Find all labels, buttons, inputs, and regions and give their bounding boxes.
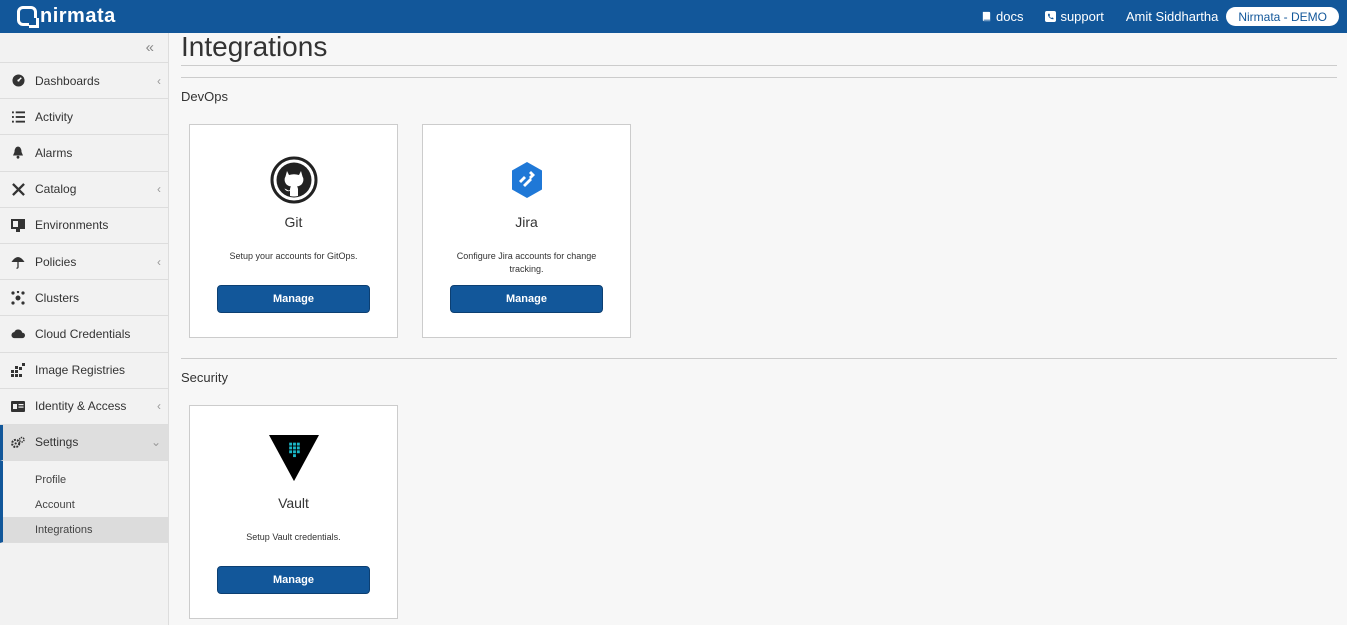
- docs-label: docs: [995, 9, 1024, 24]
- sidebar-item-settings[interactable]: Settings ⌄: [0, 424, 168, 462]
- book-icon: [982, 11, 991, 22]
- section-label-devops: DevOps: [181, 89, 228, 104]
- sidebar-item-catalog[interactable]: Catalog ‹: [0, 172, 168, 208]
- sidebar-subitem-account[interactable]: Account: [3, 492, 168, 517]
- jira-icon: [502, 155, 552, 205]
- section-label-security: Security: [181, 370, 228, 385]
- card-description: Setup your accounts for GitOps.: [229, 251, 358, 261]
- id-card-icon: [11, 399, 25, 413]
- tools-icon: [11, 182, 25, 196]
- sidebar-item-label: Cloud Credentials: [35, 326, 131, 341]
- list-icon: [11, 110, 25, 124]
- card-name: Jira: [515, 214, 538, 230]
- page-title: Integrations: [181, 31, 328, 62]
- integration-card-vault: Vault Setup Vault credentials. Manage: [189, 405, 398, 619]
- sidebar-item-label: Activity: [35, 109, 74, 124]
- docs-link[interactable]: docs: [981, 9, 1023, 24]
- org-selector[interactable]: Nirmata - DEMO: [1226, 7, 1339, 26]
- dashboard-icon: [11, 74, 25, 88]
- chevron-left-icon: ‹: [157, 399, 161, 414]
- github-icon: [269, 155, 319, 205]
- cloud-icon: [11, 327, 25, 341]
- double-chevron-left-icon: «: [145, 39, 154, 56]
- devops-cards: Git Setup your accounts for GitOps. Mana…: [189, 124, 1337, 338]
- sidebar-item-environments[interactable]: Environments: [0, 208, 168, 244]
- sidebar-item-image-registries[interactable]: Image Registries: [0, 353, 168, 389]
- bell-icon: [11, 146, 25, 160]
- sidebar-item-label: Clusters: [35, 290, 80, 305]
- user-name[interactable]: Amit Siddhartha: [1126, 9, 1219, 24]
- sidebar-subitem-integrations[interactable]: Integrations: [3, 517, 168, 543]
- sidebar-item-cloud-credentials[interactable]: Cloud Credentials: [0, 316, 168, 353]
- chevron-left-icon: ‹: [157, 182, 161, 197]
- sidebar-item-identity-access[interactable]: Identity & Access ‹: [0, 389, 168, 425]
- security-cards: Vault Setup Vault credentials. Manage: [189, 405, 1337, 619]
- section-divider: [181, 358, 1337, 359]
- vault-icon: [268, 434, 319, 484]
- support-label: support: [1060, 9, 1104, 24]
- manage-vault-button[interactable]: Manage: [217, 566, 370, 594]
- sidebar-item-label: Alarms: [35, 145, 73, 160]
- sidebar-item-label: Dashboards: [35, 73, 100, 88]
- nirmata-logo-icon: [17, 6, 37, 26]
- chevron-left-icon: ‹: [157, 254, 161, 269]
- phone-icon: [1045, 11, 1057, 22]
- sidebar: « Dashboards ‹ Activity Alarms Catalog ‹…: [0, 33, 169, 625]
- chevron-down-icon: ⌄: [150, 435, 161, 450]
- support-link[interactable]: support: [1045, 9, 1104, 24]
- logo-text: nirmata: [40, 4, 116, 27]
- manage-jira-button[interactable]: Manage: [450, 285, 603, 313]
- integration-card-jira: Jira Configure Jira accounts for change …: [422, 124, 631, 338]
- title-divider: [181, 65, 1337, 66]
- top-bar: nirmata docs support Amit Siddhartha Nir…: [0, 0, 1347, 33]
- sidebar-item-label: Catalog: [35, 182, 77, 197]
- gears-icon: [11, 435, 25, 449]
- integration-card-git: Git Setup your accounts for GitOps. Mana…: [189, 124, 398, 338]
- environment-icon: [11, 218, 25, 232]
- card-description: Configure Jira accounts for change track…: [456, 251, 597, 274]
- card-description: Setup Vault credentials.: [246, 532, 341, 542]
- sidebar-item-activity[interactable]: Activity: [0, 99, 168, 136]
- sidebar-item-policies[interactable]: Policies ‹: [0, 244, 168, 281]
- sidebar-item-label: Identity & Access: [35, 399, 127, 414]
- card-name: Vault: [278, 495, 309, 511]
- manage-git-button[interactable]: Manage: [217, 285, 370, 313]
- main-content: Integrations DevOps Git Setup your accou…: [181, 33, 1337, 619]
- nirmata-logo[interactable]: nirmata: [17, 5, 116, 27]
- cluster-icon: [11, 290, 25, 305]
- sidebar-item-alarms[interactable]: Alarms: [0, 135, 168, 172]
- sidebar-item-clusters[interactable]: Clusters: [0, 280, 168, 317]
- umbrella-icon: [11, 255, 25, 269]
- settings-submenu: Profile Account Integrations: [0, 461, 168, 544]
- sidebar-item-label: Image Registries: [35, 363, 126, 378]
- registry-icon: [11, 363, 25, 378]
- sidebar-item-label: Policies: [35, 254, 77, 269]
- sidebar-item-label: Settings: [35, 435, 79, 450]
- sidebar-subitem-profile[interactable]: Profile: [3, 467, 168, 492]
- title-divider: [181, 77, 1337, 78]
- collapse-sidebar-button[interactable]: «: [0, 33, 168, 63]
- sidebar-item-label: Environments: [35, 218, 109, 233]
- card-name: Git: [284, 214, 303, 230]
- chevron-left-icon: ‹: [157, 73, 161, 88]
- sidebar-item-dashboards[interactable]: Dashboards ‹: [0, 63, 168, 100]
